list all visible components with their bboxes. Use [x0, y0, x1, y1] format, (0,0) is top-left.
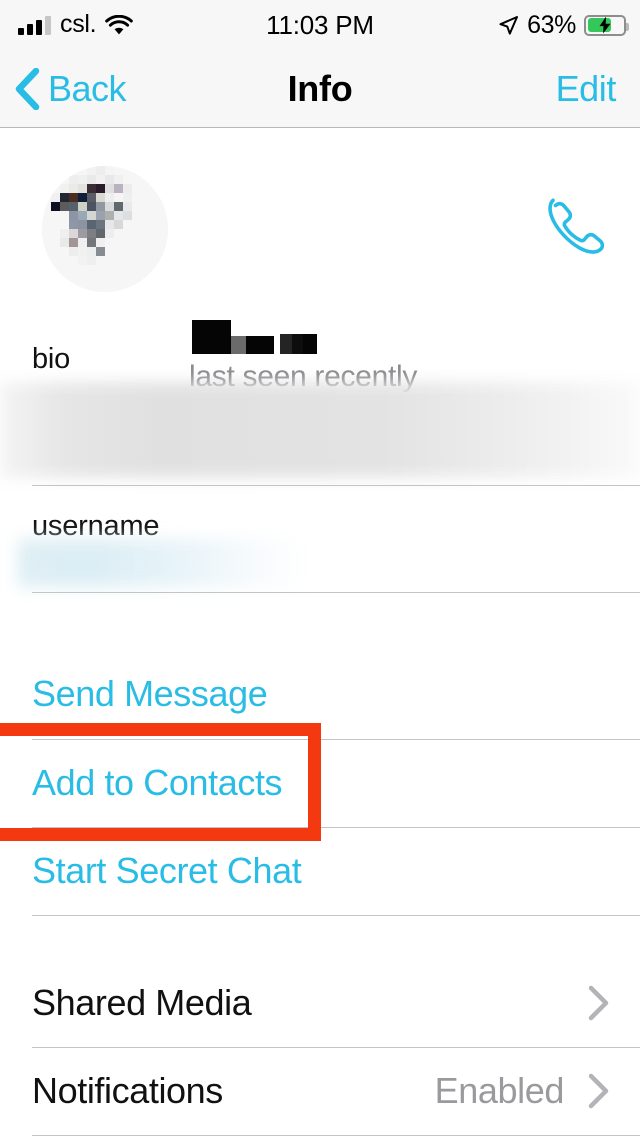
- separator-bio: [32, 485, 640, 486]
- start-secret-chat-row[interactable]: Start Secret Chat: [0, 827, 640, 915]
- edit-button[interactable]: Edit: [556, 50, 617, 127]
- page-title: Info: [287, 67, 353, 109]
- status-bar: csl. 11:03 PM 63%: [0, 0, 640, 50]
- send-message-row[interactable]: Send Message: [0, 650, 640, 738]
- status-bar-right: 63%: [498, 0, 629, 50]
- profile-header: last seen recently: [0, 128, 640, 393]
- separator-start-secret-chat: [32, 915, 640, 916]
- phone-icon[interactable]: [542, 194, 604, 256]
- avatar[interactable]: [42, 166, 168, 292]
- chevron-right-icon: [588, 985, 610, 1021]
- clock-label: 11:03 PM: [266, 9, 374, 40]
- bio-label: bio: [32, 343, 71, 375]
- battery-icon: [584, 14, 629, 36]
- location-arrow-icon: [498, 15, 519, 36]
- chevron-right-icon: [588, 1073, 610, 1109]
- separator-username: [32, 592, 640, 593]
- shared-media-row[interactable]: Shared Media: [0, 959, 640, 1047]
- battery-percent-label: 63%: [527, 10, 576, 39]
- telegram-contact-info-screen: csl. 11:03 PM 63% Back Info Edit last se…: [0, 0, 640, 1136]
- navigation-bar: Back Info Edit: [0, 50, 640, 128]
- send-message-label: Send Message: [32, 673, 268, 714]
- add-to-contacts-label: Add to Contacts: [32, 762, 283, 803]
- start-secret-chat-label: Start Secret Chat: [32, 850, 302, 891]
- username-value-blurred[interactable]: [18, 539, 308, 587]
- add-to-contacts-row[interactable]: Add to Contacts: [0, 739, 640, 827]
- bio-value-blurred[interactable]: [0, 382, 640, 478]
- notifications-label: Notifications: [32, 1070, 223, 1111]
- shared-media-label: Shared Media: [32, 982, 252, 1023]
- notifications-value: Enabled: [434, 1070, 565, 1111]
- notifications-row[interactable]: Notifications Enabled: [0, 1047, 640, 1135]
